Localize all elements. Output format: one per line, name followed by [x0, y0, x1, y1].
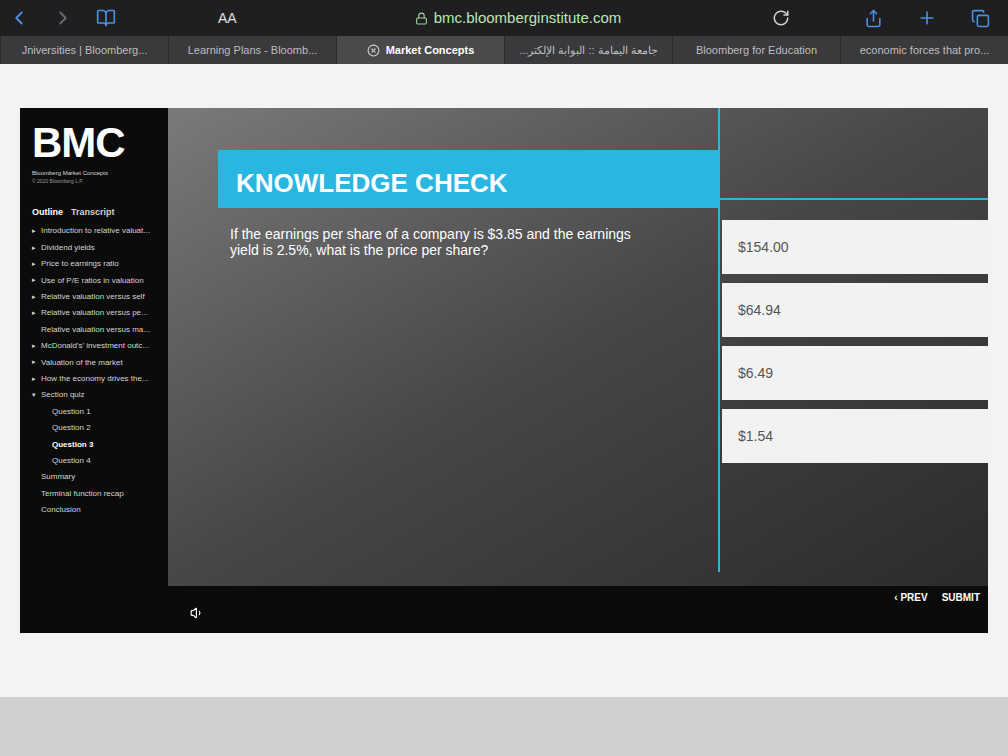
outline-item[interactable]: Question 1: [32, 404, 156, 420]
divider-line: [718, 108, 720, 572]
outline-item[interactable]: Terminal function recap: [32, 486, 156, 502]
text-size-button[interactable]: AA: [198, 8, 308, 29]
lock-icon: [415, 12, 428, 25]
player-controls: ‹ PREV SUBMIT: [168, 586, 988, 633]
outline-item[interactable]: ▾Section quiz: [32, 387, 156, 403]
bmc-logo: BMC: [32, 122, 156, 164]
answer-option[interactable]: $6.49: [722, 346, 988, 400]
browser-toolbar: AAbmc.bloomberginstitute.com: [0, 0, 1008, 36]
outline-item[interactable]: ▸Use of P/E ratios in valuation: [32, 272, 156, 288]
sidebar-tabs: Outline Transcript: [32, 206, 156, 220]
knowledge-check-banner: KNOWLEDGE CHECK: [218, 150, 718, 208]
speaker-icon[interactable]: [190, 606, 204, 620]
outline-item[interactable]: ▸Relative valuation versus pe...: [32, 305, 156, 321]
submit-button[interactable]: SUBMIT: [942, 590, 980, 605]
outline-list: ▸Introduction to relative valuat...▸Divi…: [32, 223, 156, 518]
browser-tab[interactable]: جامعة اليمامة :: البوابة الإلكتر...: [504, 36, 672, 64]
outline-item[interactable]: Question 2: [32, 420, 156, 436]
prev-button[interactable]: ‹ PREV: [894, 590, 927, 605]
close-tab-icon[interactable]: [367, 44, 380, 57]
back-icon[interactable]: [8, 7, 30, 29]
outline-item[interactable]: Question 3: [32, 436, 156, 452]
browser-tab[interactable]: economic forces that pro...: [840, 36, 1008, 64]
outline-item[interactable]: ▸McDonald's' investment outc...: [32, 338, 156, 354]
share-icon[interactable]: [864, 9, 883, 28]
outline-item[interactable]: Summary: [32, 469, 156, 485]
forward-icon[interactable]: [52, 7, 74, 29]
browser-tab[interactable]: Jniversities | Bloomberg...: [0, 36, 168, 64]
outline-item[interactable]: ▸How the economy drives the...: [32, 371, 156, 387]
page-top-margin: [0, 64, 1008, 108]
sidebar: BMCBloomberg Market Concepts© 2020 Bloom…: [20, 108, 168, 633]
address-bar[interactable]: bmc.bloomberginstitute.com: [308, 7, 728, 30]
tab-strip: Jniversities | Bloomberg...Learning Plan…: [0, 36, 1008, 64]
outline-item[interactable]: ▸Price to earnings ratio: [32, 256, 156, 272]
outline-item[interactable]: ▸Dividend yields: [32, 240, 156, 256]
sidebar-tab[interactable]: Outline: [32, 206, 63, 220]
page-footer: [0, 697, 1008, 756]
answer-option[interactable]: $154.00: [722, 220, 988, 274]
sidebar-tab[interactable]: Transcript: [71, 206, 115, 220]
page-bottom-margin: [0, 633, 1008, 697]
screen: AAbmc.bloomberginstitute.comJniversities…: [0, 0, 1008, 756]
background-photo: KNOWLEDGE CHECK If the earnings per share…: [168, 108, 988, 586]
outline-item[interactable]: Question 4: [32, 453, 156, 469]
answer-option[interactable]: $64.94: [722, 283, 988, 337]
answer-option[interactable]: $1.54: [722, 409, 988, 463]
course-player: BMCBloomberg Market Concepts© 2020 Bloom…: [20, 108, 988, 633]
browser-tab[interactable]: Market Concepts: [336, 36, 504, 64]
reload-icon[interactable]: [772, 9, 790, 27]
outline-item[interactable]: Conclusion: [32, 502, 156, 518]
browser-tab[interactable]: Learning Plans - Bloomb...: [168, 36, 336, 64]
outline-item[interactable]: ▸Relative valuation versus self: [32, 289, 156, 305]
browser-tab[interactable]: Bloomberg for Education: [672, 36, 840, 64]
outline-item[interactable]: ▸Introduction to relative valuat...: [32, 223, 156, 239]
answer-list: $154.00 $64.94 $6.49 $1.54: [720, 220, 988, 463]
question-text: If the earnings per share of a company i…: [218, 226, 638, 258]
bookmarks-icon[interactable]: [96, 8, 116, 28]
outline-item[interactable]: ▸Valuation of the market: [32, 354, 156, 370]
new-tab-icon[interactable]: [917, 8, 937, 28]
tabs-overview-icon[interactable]: [971, 9, 990, 28]
accent-line: [720, 198, 988, 200]
outline-item[interactable]: Relative valuation versus ma...: [32, 322, 156, 338]
